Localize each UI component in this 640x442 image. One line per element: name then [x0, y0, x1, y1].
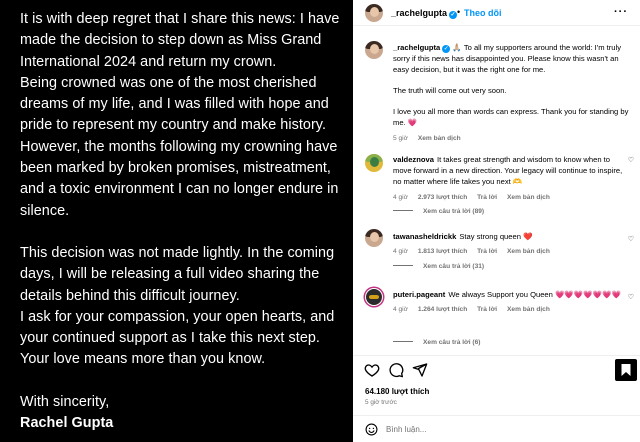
comment-translate-link[interactable]: Xem bản dịch	[507, 306, 550, 313]
comment-translate-link[interactable]: Xem bản dịch	[507, 194, 550, 201]
comment-time: 4 giờ	[393, 248, 408, 256]
comment-time: 4 giờ	[393, 306, 408, 314]
add-comment-bar	[353, 415, 640, 442]
likes-count[interactable]: 64.180 lượt thích	[365, 387, 429, 396]
post-sidebar: _rachelgupta ✓ • Theo dõi ··· _rachelgupt…	[353, 0, 640, 442]
comment-username[interactable]: puteri.pageant	[393, 290, 445, 299]
avatar[interactable]	[365, 288, 383, 306]
caption-translate-link[interactable]: Xem bản dịch	[418, 135, 461, 142]
post-time-ago: 5 giờ trước	[365, 399, 397, 406]
share-send-icon[interactable]	[412, 362, 428, 378]
comment-time: 4 giờ	[393, 193, 408, 201]
post-actions: 64.180 lượt thích 5 giờ trước	[353, 355, 640, 415]
verified-badge-icon: ✓	[442, 45, 451, 53]
more-horizontal-icon[interactable]: ···	[614, 6, 628, 18]
comment-bubble-icon[interactable]	[388, 362, 404, 378]
comment-username[interactable]: valdeznova	[393, 155, 434, 164]
avatar[interactable]	[365, 4, 383, 22]
post-paragraph-2: This decision was not made lightly. In t…	[20, 244, 335, 368]
bookmark-icon	[621, 364, 631, 376]
caption-username[interactable]: _rachelgupta	[393, 43, 440, 52]
emoji-icon[interactable]	[365, 423, 378, 436]
header-separator: •	[457, 7, 461, 17]
follow-button[interactable]: Theo dõi	[464, 8, 502, 18]
comment-reply-button[interactable]: Trả lời	[477, 248, 497, 255]
caption-line-3: I love you all more than words can expre…	[393, 107, 629, 128]
comment-reply-button[interactable]: Trả lời	[477, 194, 497, 201]
post-paragraph-1: It is with deep regret that I share this…	[20, 11, 340, 219]
avatar[interactable]	[365, 154, 383, 172]
post-signature: Rachel Gupta	[20, 415, 114, 432]
avatar[interactable]	[365, 41, 383, 59]
header-username[interactable]: _rachelgupta ✓	[391, 8, 458, 19]
post-signoff: With sincerity,	[20, 393, 110, 410]
view-replies-button[interactable]: Xem câu trả lời (6)	[393, 339, 480, 346]
view-replies-button[interactable]: Xem câu trả lời (31)	[393, 263, 484, 270]
comment-like-heart-icon[interactable]: ♡	[628, 293, 634, 301]
comment-like-heart-icon[interactable]: ♡	[628, 156, 634, 164]
comment-like-heart-icon[interactable]: ♡	[628, 235, 634, 243]
save-button[interactable]	[615, 359, 637, 381]
comment-reply-button[interactable]: Trả lời	[477, 306, 497, 313]
caption-line-2: The truth will come out very soon.	[393, 85, 507, 95]
comment-text: We always Support you Queen 💗💗💗💗💗💗💗	[448, 290, 622, 299]
comment-likes-link[interactable]: 1.264 lượt thích	[418, 306, 467, 313]
avatar[interactable]	[365, 229, 383, 247]
comment-input[interactable]	[386, 421, 606, 437]
comment-likes-link[interactable]: 1.813 lượt thích	[418, 248, 467, 255]
comments-scroll-area[interactable]: _rachelgupta ✓ 🙏🏼 To all my supporters ar…	[353, 27, 640, 355]
comment-username[interactable]: tawanasheldrickk	[393, 232, 456, 241]
comment-translate-link[interactable]: Xem bản dịch	[507, 248, 550, 255]
post-image: It is with deep regret that I share this…	[0, 0, 353, 442]
caption-time: 5 giờ	[393, 134, 408, 142]
post-header: _rachelgupta ✓ • Theo dõi ···	[353, 0, 640, 26]
comment-likes-link[interactable]: 2.973 lượt thích	[418, 194, 467, 201]
comment-text: Stay strong queen ❤️	[459, 232, 533, 241]
verified-badge-icon: ✓	[449, 11, 458, 19]
view-replies-button[interactable]: Xem câu trả lời (89)	[393, 208, 484, 215]
heart-icon[interactable]	[364, 362, 380, 378]
